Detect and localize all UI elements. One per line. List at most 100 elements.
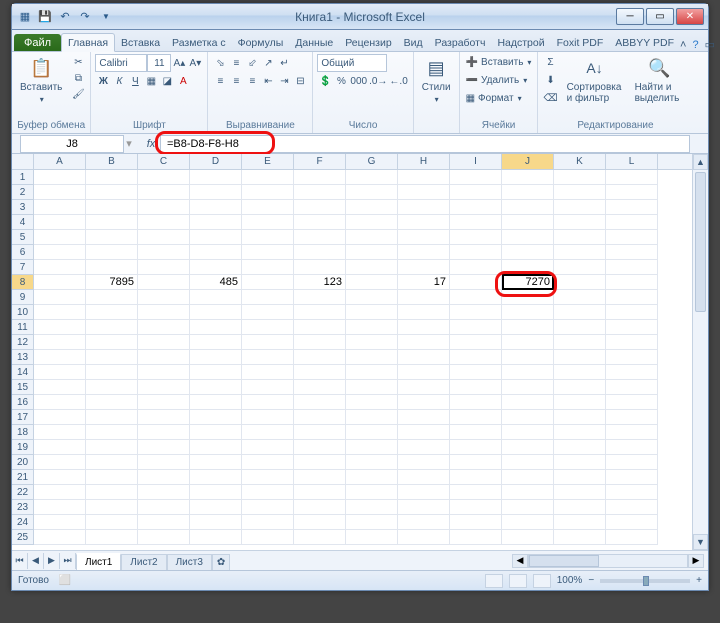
cell[interactable]: 7895 bbox=[86, 275, 138, 290]
cell[interactable] bbox=[34, 185, 86, 200]
cell[interactable] bbox=[138, 350, 190, 365]
zoom-slider[interactable] bbox=[600, 579, 690, 583]
cell[interactable] bbox=[242, 395, 294, 410]
cell[interactable] bbox=[190, 530, 242, 545]
cell[interactable] bbox=[294, 230, 346, 245]
cell[interactable] bbox=[398, 185, 450, 200]
cell[interactable] bbox=[554, 485, 606, 500]
cell[interactable] bbox=[34, 290, 86, 305]
row-header[interactable]: 12 bbox=[12, 335, 33, 350]
paste-button[interactable]: 📋 Вставить ▾ bbox=[16, 54, 66, 106]
cell[interactable] bbox=[86, 425, 138, 440]
cell[interactable] bbox=[502, 230, 554, 245]
cell[interactable] bbox=[34, 260, 86, 275]
cell[interactable] bbox=[450, 335, 502, 350]
cell[interactable] bbox=[398, 440, 450, 455]
cell[interactable] bbox=[138, 170, 190, 185]
select-all-corner[interactable] bbox=[12, 154, 34, 170]
cell[interactable] bbox=[450, 275, 502, 290]
cell[interactable] bbox=[554, 530, 606, 545]
cell[interactable] bbox=[242, 290, 294, 305]
namebox-dropdown-icon[interactable]: ▾ bbox=[124, 137, 134, 150]
row-header[interactable]: 1 bbox=[12, 170, 33, 185]
cell[interactable] bbox=[34, 215, 86, 230]
cell[interactable] bbox=[294, 185, 346, 200]
tab-review[interactable]: Рецензир bbox=[339, 34, 397, 51]
cell[interactable] bbox=[190, 245, 242, 260]
cell[interactable] bbox=[554, 455, 606, 470]
cell[interactable] bbox=[554, 515, 606, 530]
cell[interactable] bbox=[190, 230, 242, 245]
sheet-next-icon[interactable]: ▶ bbox=[44, 553, 60, 569]
cell[interactable] bbox=[450, 230, 502, 245]
cell[interactable]: 485 bbox=[190, 275, 242, 290]
align-left-icon[interactable]: ≡ bbox=[212, 73, 228, 89]
cell[interactable] bbox=[450, 260, 502, 275]
row-header[interactable]: 16 bbox=[12, 395, 33, 410]
new-sheet-icon[interactable]: ✿ bbox=[212, 554, 230, 570]
column-header[interactable]: B bbox=[86, 154, 138, 169]
cell[interactable] bbox=[554, 335, 606, 350]
cell[interactable] bbox=[502, 215, 554, 230]
insert-cells-button[interactable]: ➕Вставить▾ bbox=[464, 54, 534, 70]
cell[interactable] bbox=[346, 440, 398, 455]
row-header[interactable]: 10 bbox=[12, 305, 33, 320]
cell[interactable] bbox=[138, 245, 190, 260]
cell[interactable] bbox=[554, 185, 606, 200]
cell[interactable] bbox=[34, 365, 86, 380]
cells-area[interactable]: 7895485123177270 bbox=[34, 170, 692, 545]
cell[interactable] bbox=[606, 350, 658, 365]
align-top-icon[interactable]: ⬂ bbox=[212, 55, 228, 71]
cell[interactable] bbox=[86, 530, 138, 545]
name-box[interactable]: J8 bbox=[20, 135, 124, 153]
cell[interactable] bbox=[190, 470, 242, 485]
cell[interactable] bbox=[502, 185, 554, 200]
cell[interactable] bbox=[606, 335, 658, 350]
sheet-tab-2[interactable]: Лист2 bbox=[121, 554, 166, 570]
row-header[interactable]: 24 bbox=[12, 515, 33, 530]
scroll-thumb[interactable] bbox=[695, 172, 706, 312]
cell[interactable] bbox=[346, 200, 398, 215]
cell[interactable] bbox=[606, 365, 658, 380]
cell[interactable] bbox=[606, 275, 658, 290]
cell[interactable] bbox=[450, 290, 502, 305]
minimize-button[interactable]: ─ bbox=[616, 8, 644, 25]
cell[interactable] bbox=[242, 485, 294, 500]
cell[interactable] bbox=[242, 305, 294, 320]
scroll-down-icon[interactable]: ▼ bbox=[693, 534, 708, 550]
cell[interactable] bbox=[502, 380, 554, 395]
cell[interactable] bbox=[242, 530, 294, 545]
orientation-icon[interactable]: ↗ bbox=[260, 55, 276, 71]
cell[interactable] bbox=[398, 470, 450, 485]
cell[interactable] bbox=[190, 290, 242, 305]
cell[interactable] bbox=[34, 230, 86, 245]
cell[interactable] bbox=[450, 320, 502, 335]
cell[interactable] bbox=[190, 485, 242, 500]
row-header[interactable]: 5 bbox=[12, 230, 33, 245]
cell[interactable] bbox=[242, 470, 294, 485]
cell[interactable] bbox=[86, 455, 138, 470]
cell[interactable] bbox=[86, 305, 138, 320]
cell[interactable] bbox=[450, 395, 502, 410]
cell[interactable] bbox=[554, 500, 606, 515]
row-header[interactable]: 14 bbox=[12, 365, 33, 380]
cell[interactable] bbox=[346, 395, 398, 410]
cell[interactable] bbox=[34, 440, 86, 455]
cell[interactable] bbox=[398, 290, 450, 305]
cell[interactable] bbox=[502, 305, 554, 320]
cell[interactable] bbox=[242, 245, 294, 260]
zoom-out-icon[interactable]: − bbox=[588, 575, 594, 586]
cell[interactable] bbox=[138, 305, 190, 320]
cell[interactable] bbox=[346, 230, 398, 245]
currency-icon[interactable]: 💲 bbox=[317, 73, 333, 89]
cell[interactable] bbox=[606, 290, 658, 305]
cell[interactable] bbox=[606, 425, 658, 440]
cell[interactable] bbox=[346, 455, 398, 470]
sheet-last-icon[interactable]: ⏭ bbox=[60, 553, 76, 569]
row-header[interactable]: 3 bbox=[12, 200, 33, 215]
sheet-prev-icon[interactable]: ◀ bbox=[28, 553, 44, 569]
cell[interactable] bbox=[34, 200, 86, 215]
cell[interactable] bbox=[138, 200, 190, 215]
cell[interactable] bbox=[294, 290, 346, 305]
cell[interactable] bbox=[554, 410, 606, 425]
